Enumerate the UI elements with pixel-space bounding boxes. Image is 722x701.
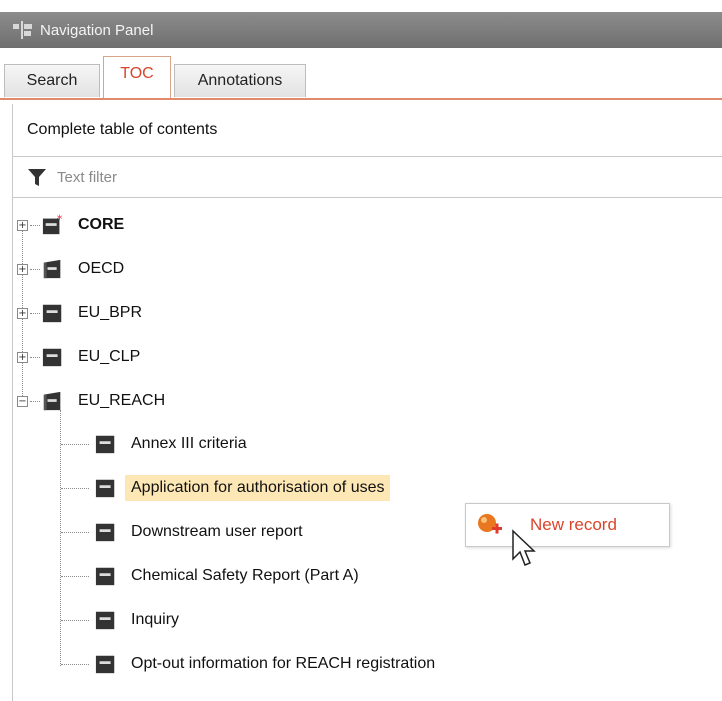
book-icon <box>95 567 115 586</box>
panel-titlebar: Navigation Panel <box>0 12 722 48</box>
minus-icon[interactable]: − <box>17 395 28 407</box>
tree-node-eu-bpr[interactable]: + EU_BPR <box>17 296 142 330</box>
toc-tree: + * CORE + OECD + EU_BPR + EU_CLP − EU_R… <box>12 198 722 701</box>
navigation-panel: Navigation Panel Search TOC Annotations … <box>0 0 722 701</box>
tree-node-label: EU_CLP <box>78 348 141 365</box>
tree-node-label: EU_REACH <box>78 392 166 409</box>
tree-leaf-inquiry[interactable]: Inquiry <box>61 603 185 637</box>
tree-node-label: OECD <box>78 260 125 277</box>
panel-title: Navigation Panel <box>40 21 154 39</box>
funnel-icon <box>28 169 46 186</box>
text-filter-input[interactable] <box>55 167 659 187</box>
tree-node-eu-clp[interactable]: + EU_CLP <box>17 340 140 374</box>
tree-node-label: EU_BPR <box>78 304 143 321</box>
tree-node-label: CORE <box>78 216 125 233</box>
tree-connector <box>61 443 89 445</box>
tree-leaf-label: Opt-out information for REACH registrati… <box>131 655 436 672</box>
tree-leaf-annex-iii-criteria[interactable]: Annex III criteria <box>61 427 253 461</box>
book-icon <box>95 655 115 674</box>
book-star-icon: * <box>42 214 63 235</box>
mouse-pointer-icon <box>512 529 536 566</box>
tree-leaf-downstream-user-report[interactable]: Downstream user report <box>61 515 309 549</box>
tree-connector <box>30 312 40 314</box>
tree-connector <box>61 619 89 621</box>
toc-heading: Complete table of contents <box>12 104 722 157</box>
context-menu: New record <box>465 503 670 547</box>
open-book-icon <box>43 259 61 279</box>
tree-connector <box>30 224 40 226</box>
book-icon <box>95 479 115 498</box>
plus-icon[interactable]: + <box>17 351 28 363</box>
tree-leaf-label: Inquiry <box>131 611 180 628</box>
toc-heading-label: Complete table of contents <box>27 121 218 138</box>
new-record-icon <box>478 514 502 534</box>
tree-node-core[interactable]: + * CORE <box>17 208 124 242</box>
plus-icon[interactable]: + <box>17 263 28 275</box>
context-menu-item-new-record[interactable]: New record <box>466 504 669 546</box>
open-book-icon <box>43 391 61 411</box>
book-icon <box>95 611 115 630</box>
tree-leaf-label: Annex III criteria <box>131 435 247 452</box>
tab-toc[interactable]: TOC <box>103 56 171 98</box>
tree-connector <box>30 356 40 358</box>
tree-connector <box>61 575 89 577</box>
book-icon <box>42 304 62 323</box>
tab-bar: Search TOC Annotations <box>0 48 722 100</box>
tab-search[interactable]: Search <box>4 64 100 97</box>
tree-connector <box>61 531 89 533</box>
tree-leaf-chemical-safety-report[interactable]: Chemical Safety Report (Part A) <box>61 559 365 593</box>
tree-connector <box>30 400 40 402</box>
signpost-icon <box>12 21 34 39</box>
tree-connector <box>61 663 89 665</box>
tree-leaf-label: Application for authorisation of uses <box>125 475 391 501</box>
text-filter <box>12 157 722 198</box>
tree-connector <box>30 268 40 270</box>
context-menu-label: New record <box>530 515 617 534</box>
book-icon <box>42 348 62 367</box>
svg-text:*: * <box>57 214 63 226</box>
tree-leaf-opt-out-information[interactable]: Opt-out information for REACH registrati… <box>61 647 441 681</box>
tree-connector <box>61 487 89 489</box>
tab-underline <box>0 98 722 100</box>
tree-leaf-label: Downstream user report <box>131 523 303 540</box>
tree-node-oecd[interactable]: + OECD <box>17 252 124 286</box>
plus-icon[interactable]: + <box>17 219 28 231</box>
plus-icon[interactable]: + <box>17 307 28 319</box>
tree-leaf-label: Chemical Safety Report (Part A) <box>131 567 359 584</box>
book-icon <box>95 435 115 454</box>
tree-leaf-application-for-authorisation[interactable]: Application for authorisation of uses <box>61 471 391 505</box>
tree-node-eu-reach[interactable]: − EU_REACH <box>17 384 165 418</box>
book-icon <box>95 523 115 542</box>
tab-annotations[interactable]: Annotations <box>174 64 306 97</box>
